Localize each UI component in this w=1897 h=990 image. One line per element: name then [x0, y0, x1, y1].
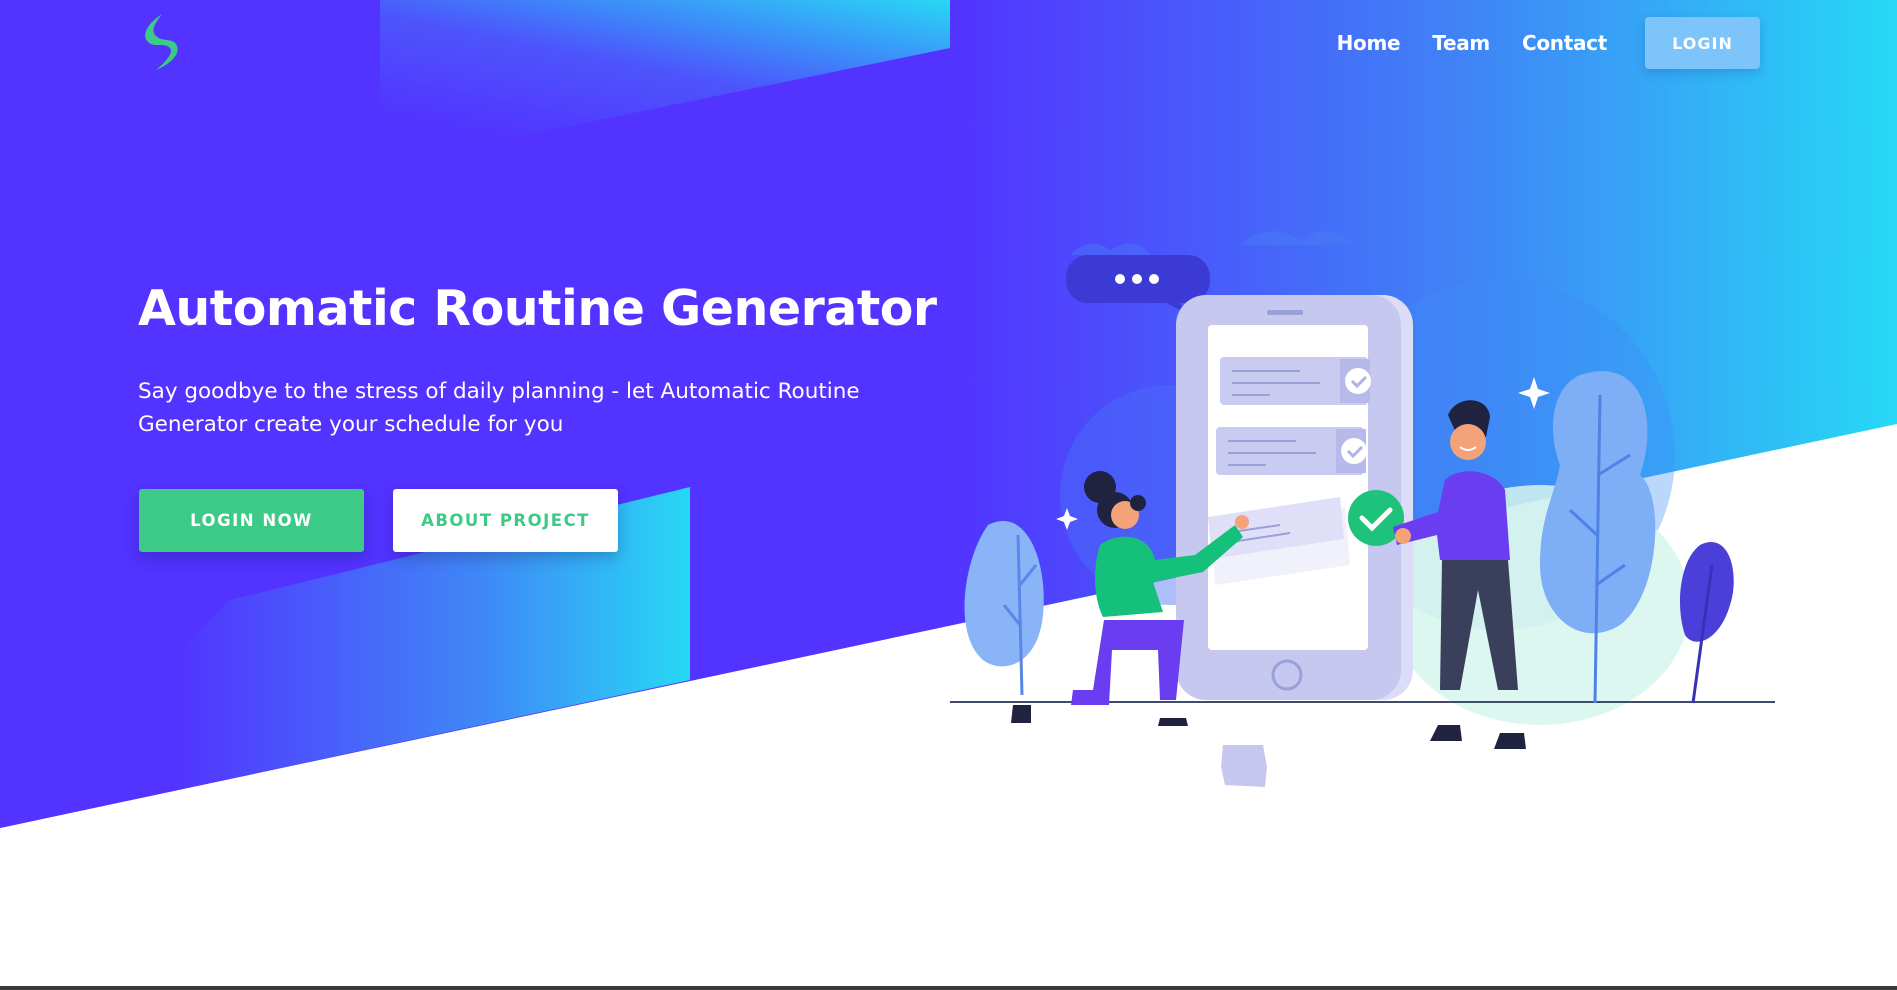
about-project-button[interactable]: ABOUT PROJECT [393, 489, 618, 552]
stone-icon [1221, 745, 1267, 787]
team-phone-checklist-illustration [950, 231, 1775, 787]
hero-title: Automatic Routine Generator [138, 280, 937, 337]
bottom-border [0, 986, 1897, 990]
hero-subtitle: Say goodbye to the stress of daily plann… [138, 379, 860, 437]
nav-contact-link[interactable]: Contact [1522, 31, 1607, 55]
main-nav: Home Team Contact LOGIN [1337, 17, 1760, 69]
plant-icon [964, 521, 1044, 667]
logo-icon[interactable] [136, 12, 184, 72]
login-button[interactable]: LOGIN [1645, 17, 1760, 69]
nav-team-link[interactable]: Team [1432, 31, 1490, 55]
nav-home-link[interactable]: Home [1337, 31, 1401, 55]
login-now-button[interactable]: LOGIN NOW [139, 489, 364, 552]
